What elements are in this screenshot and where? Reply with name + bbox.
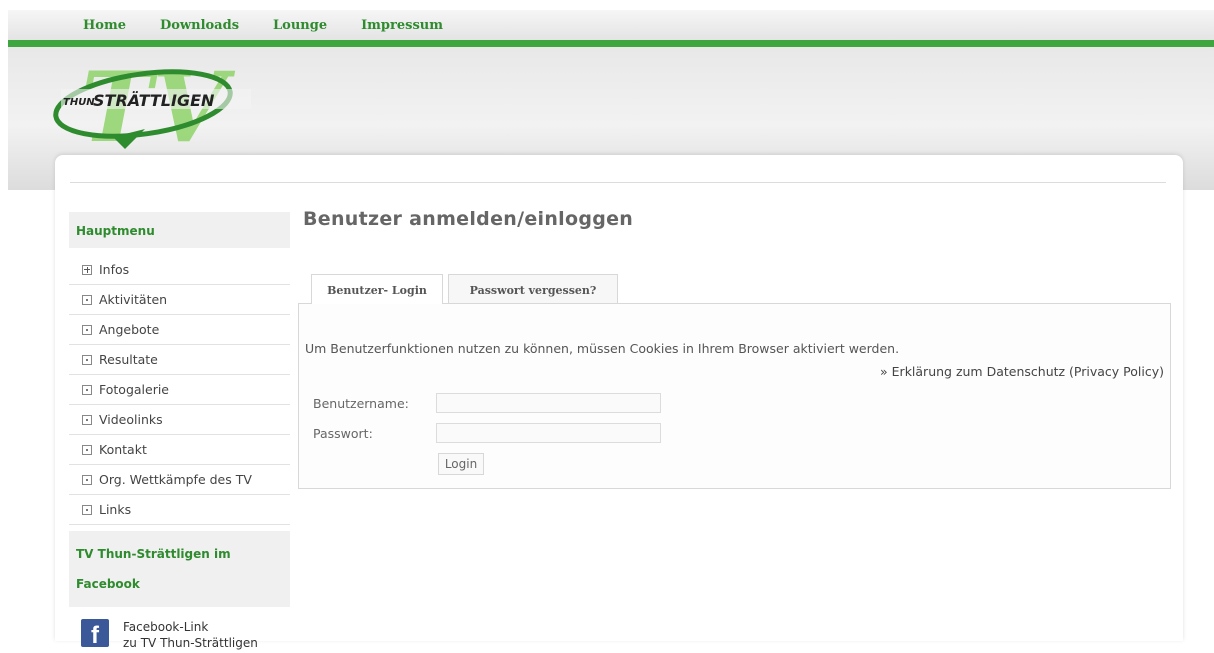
menu-item-label: Videolinks (99, 412, 163, 427)
main-menu-list: Infos Aktivitäten Angebote Resultate Fot… (69, 255, 290, 525)
dot-box-icon (82, 294, 92, 305)
logo-text-strattligen: STRÄTTLIGEN (93, 91, 215, 110)
cookie-notice: Um Benutzerfunktionen nutzen zu können, … (305, 341, 900, 356)
facebook-link-line1: Facebook-Link (123, 620, 209, 634)
privacy-policy-link[interactable]: » Erklärung zum Datenschutz (Privacy Pol… (880, 364, 1164, 379)
sidebar: Hauptmenu Infos Aktivitäten Angebote Res… (69, 212, 290, 651)
content-divider (70, 182, 1166, 183)
logo-text-thun: THUN (63, 97, 95, 108)
facebook-heading: TV Thun-Strättligen im Facebook (69, 531, 290, 607)
menu-item-label: Fotogalerie (99, 382, 170, 397)
username-label: Benutzername: (313, 396, 409, 411)
tab-benutzer-login[interactable]: Benutzer- Login (311, 274, 443, 304)
tab-passwort-vergessen[interactable]: Passwort vergessen? (448, 274, 618, 303)
menu-item-videolinks[interactable]: Videolinks (69, 405, 290, 435)
tv-thun-logo[interactable]: TV THUN STRÄTTLIGEN (53, 49, 263, 159)
menu-item-label: Aktivitäten (99, 292, 168, 307)
login-button[interactable]: Login (438, 453, 484, 475)
facebook-icon[interactable]: f (81, 619, 109, 649)
header-accent-line (8, 40, 1214, 47)
password-label: Passwort: (313, 426, 373, 441)
dot-box-icon (82, 414, 92, 425)
nav-downloads-link[interactable]: Downloads (160, 18, 239, 33)
nav-lounge-link[interactable]: Lounge (273, 18, 327, 33)
facebook-link-text[interactable]: Facebook-Link zu TV Thun-Strättligen (123, 619, 258, 651)
main-nav: Home Downloads Lounge Impressum (83, 18, 477, 33)
login-panel: Um Benutzerfunktionen nutzen zu können, … (298, 303, 1171, 489)
menu-item-resultate[interactable]: Resultate (69, 345, 290, 375)
dot-box-icon (82, 324, 92, 335)
menu-item-label: Resultate (99, 352, 158, 367)
menu-item-label: Kontakt (99, 442, 147, 457)
menu-item-label: Links (99, 502, 132, 517)
facebook-link[interactable]: f Facebook-Link zu TV Thun-Strättligen (69, 607, 290, 651)
menu-item-infos[interactable]: Infos (69, 255, 290, 285)
dot-box-icon (82, 444, 92, 455)
menu-item-angebote[interactable]: Angebote (69, 315, 290, 345)
plus-box-icon (82, 264, 92, 275)
facebook-link-line2: zu TV Thun-Strättligen (123, 636, 258, 650)
menu-item-links[interactable]: Links (69, 495, 290, 525)
menu-item-kontakt[interactable]: Kontakt (69, 435, 290, 465)
nav-home-link[interactable]: Home (83, 18, 126, 33)
main-menu-heading: Hauptmenu (69, 212, 290, 248)
menu-item-wettkaempfe[interactable]: Org. Wettkämpfe des TV (69, 465, 290, 495)
menu-item-aktivitaeten[interactable]: Aktivitäten (69, 285, 290, 315)
nav-impressum-link[interactable]: Impressum (361, 18, 443, 33)
menu-item-label: Angebote (99, 322, 160, 337)
dot-box-icon (82, 354, 92, 365)
menu-item-label: Infos (99, 262, 130, 277)
menu-item-fotogalerie[interactable]: Fotogalerie (69, 375, 290, 405)
menu-item-label: Org. Wettkämpfe des TV (99, 472, 252, 487)
dot-box-icon (82, 504, 92, 515)
password-input[interactable] (436, 423, 661, 443)
page-title: Benutzer anmelden/einloggen (303, 208, 634, 230)
dot-box-icon (82, 384, 92, 395)
top-navigation-bar: Home Downloads Lounge Impressum (8, 10, 1214, 40)
dot-box-icon (82, 474, 92, 485)
username-input[interactable] (436, 393, 661, 413)
